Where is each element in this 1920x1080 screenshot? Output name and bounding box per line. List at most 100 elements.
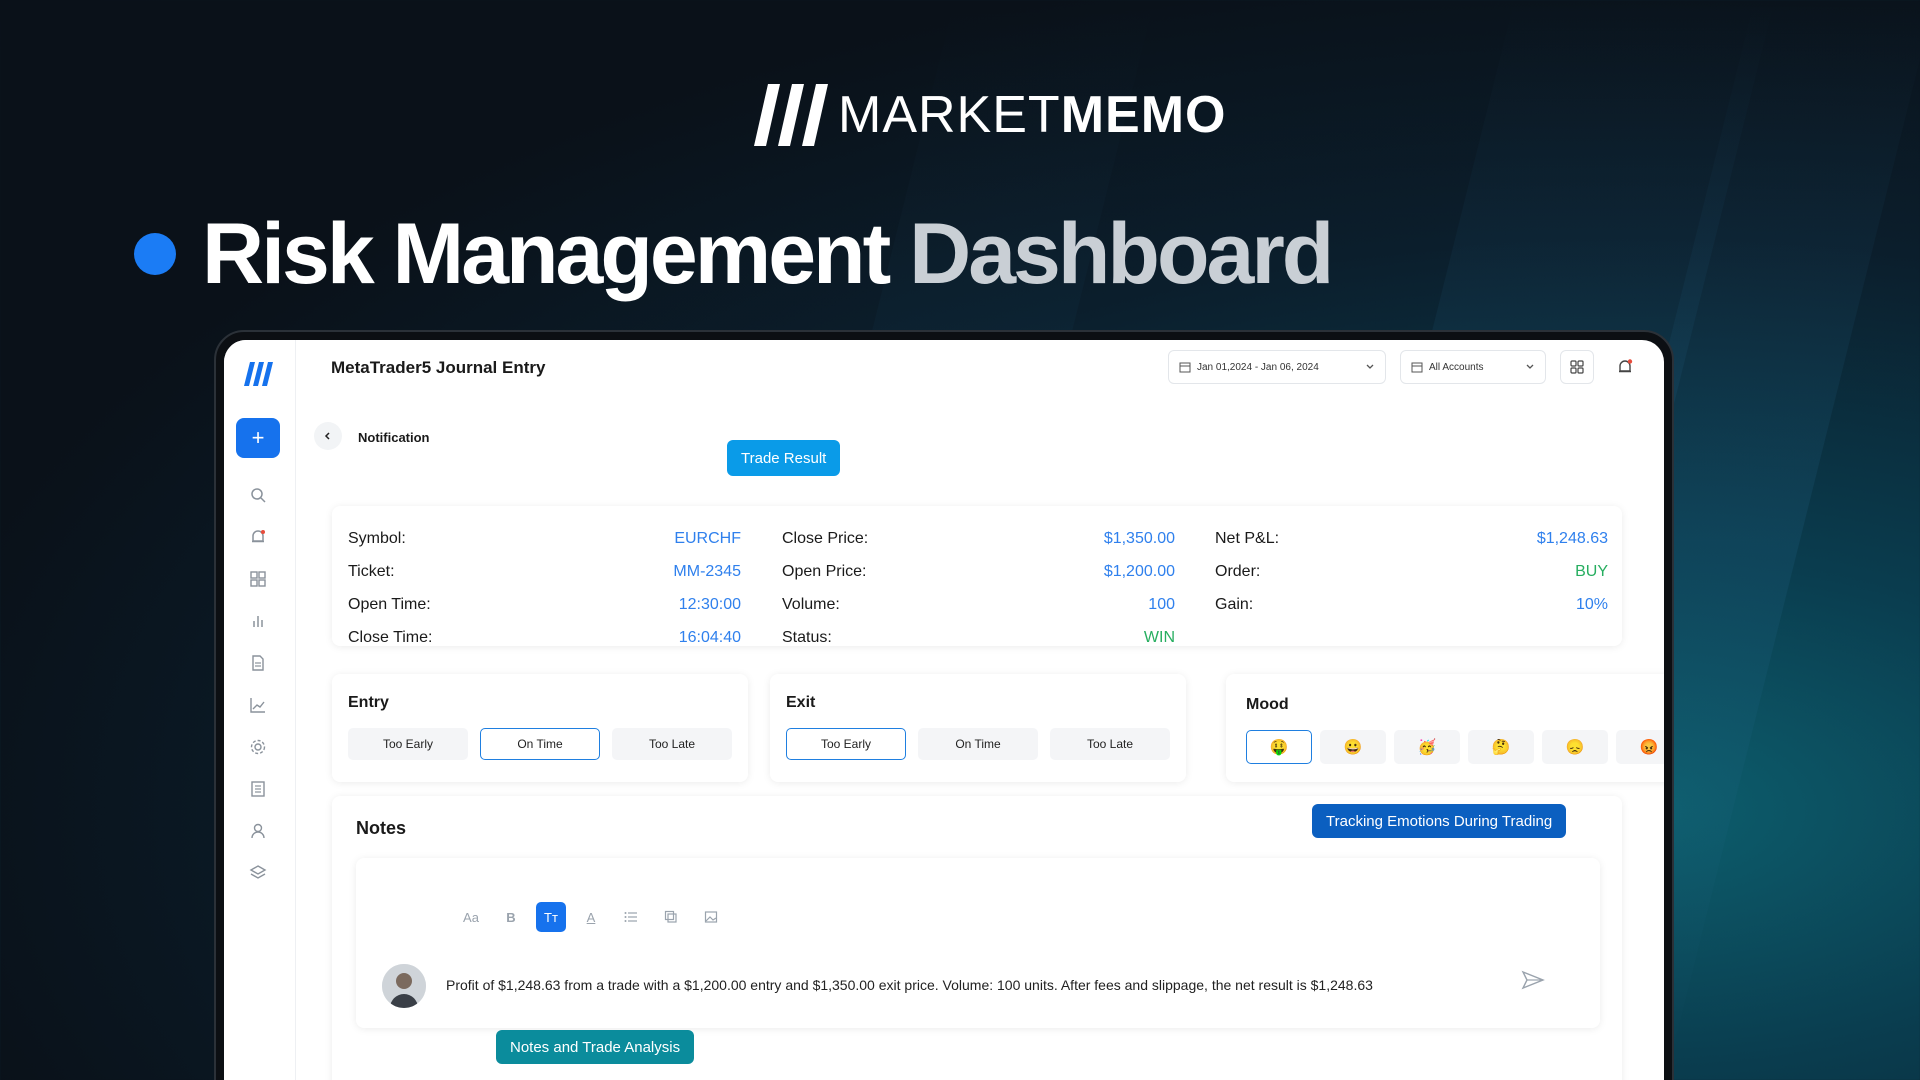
field-label: Open Price: [782,562,867,580]
copy-button[interactable] [656,902,686,932]
trade-row: Status: WIN [782,621,1175,654]
send-icon[interactable] [1521,968,1545,992]
field-value: $1,350.00 [1103,529,1175,547]
field-label: Order: [1215,562,1261,580]
sidebar: + [224,340,296,1080]
calendar-icon [1179,362,1191,373]
user-avatar-icon [382,964,426,1008]
exit-option-too-early[interactable]: Too Early [786,728,906,760]
mood-option[interactable]: 🥳 [1394,730,1460,764]
account-value: All Accounts [1429,361,1484,373]
mood-option[interactable]: 🤑 [1246,730,1312,764]
trade-row: Symbol: EURCHF [348,522,741,555]
trade-row: Ticket: MM-2345 [348,555,741,588]
notes-editor: Aa B Tт A Profit of $1,248.63 from a tra… [356,858,1600,1028]
trade-col-2: Close Price: $1,350.00 Open Price: $1,200.… [782,522,1175,654]
insert-image-button[interactable] [696,902,726,932]
date-range-value: Jan 01,2024 - Jan 06, 2024 [1197,361,1319,373]
layers-icon[interactable] [249,864,267,882]
field-label: Gain: [1215,595,1254,613]
breadcrumb: Notification [358,430,430,445]
mood-option[interactable]: 😀 [1320,730,1386,764]
mood-option[interactable]: 🤔 [1468,730,1534,764]
field-label: Close Time: [348,628,433,646]
status-value: WIN [1143,628,1175,646]
newspaper-icon[interactable] [249,780,267,798]
text-color-button[interactable]: A [576,902,606,932]
field-value: $1,248.63 [1536,529,1608,547]
note-body[interactable]: Profit of $1,248.63 from a trade with a … [446,977,1373,993]
bell-icon[interactable] [249,528,267,546]
field-value: 100 [1148,595,1175,613]
exit-option-on-time[interactable]: On Time [918,728,1038,760]
trade-col-3: Net P&L: $1,248.63 Order: BUY Gain: 10% [1215,522,1608,621]
trade-row: Open Price: $1,200.00 [782,555,1175,588]
account-select[interactable]: All Accounts [1400,350,1546,384]
order-value: BUY [1575,562,1608,580]
brand-name-light: MARKET [838,86,1061,144]
line-chart-icon[interactable] [249,696,267,714]
add-entry-button[interactable]: + [236,418,280,458]
field-label: Symbol: [348,529,406,547]
list-icon [624,912,637,922]
brand-name-bold: MEMO [1060,86,1227,144]
entry-option-too-late[interactable]: Too Late [612,728,732,760]
entry-card: Entry Too Early On Time Too Late [332,674,748,782]
grid-icon[interactable] [249,570,267,588]
entry-option-on-time[interactable]: On Time [480,728,600,760]
page-title: MetaTrader5 Journal Entry [331,358,546,377]
trade-col-1: Symbol: EURCHF Ticket: MM-2345 Open Time: 1… [348,522,741,654]
exit-option-too-late[interactable]: Too Late [1050,728,1170,760]
hero-title-fade: Dashboard [909,206,1334,302]
chevron-left-icon [324,432,330,440]
mood-option[interactable]: 😞 [1542,730,1608,764]
chevron-down-icon [1526,364,1534,369]
apps-button[interactable] [1560,350,1594,384]
trade-row: Order: BUY [1215,555,1608,588]
image-icon [704,911,718,923]
field-value: 16:04:40 [678,628,741,646]
exit-card: Exit Too Early On Time Too Late [770,674,1186,782]
copy-icon [664,910,677,923]
callout-notes-analysis: Notes and Trade Analysis [496,1030,695,1064]
notes-title: Notes [356,818,407,838]
field-label: Close Price: [782,529,869,547]
wallet-icon [1411,362,1423,373]
mood-title: Mood [1246,696,1289,713]
chevron-down-icon [1366,364,1374,369]
trade-row: Volume: 100 [782,588,1175,621]
gear-icon[interactable] [249,738,267,756]
trade-row: Net P&L: $1,248.63 [1215,522,1608,555]
entry-option-too-early[interactable]: Too Early [348,728,468,760]
date-range-select[interactable]: Jan 01,2024 - Jan 06, 2024 [1168,350,1386,384]
bold-button[interactable]: B [496,902,526,932]
callout-trade-result: Trade Result [727,440,841,476]
app-logo-icon [244,362,273,386]
trade-row: Close Price: $1,350.00 [782,522,1175,555]
hero-title-main: Risk Management [202,206,891,302]
mood-option[interactable]: 😡 [1616,730,1664,764]
text-style-button[interactable]: Tт [536,902,566,932]
field-label: Net P&L: [1215,529,1280,547]
field-value: 12:30:00 [678,595,741,613]
back-button[interactable] [314,422,342,450]
trade-result-card: Symbol: EURCHF Ticket: MM-2345 Open Time: 1… [332,506,1622,646]
exit-title: Exit [786,694,816,711]
user-icon[interactable] [249,822,267,840]
trade-row: Gain: 10% [1215,588,1608,621]
field-label: Status: [782,628,832,646]
font-size-button[interactable]: Aa [456,902,486,932]
field-value: $1,200.00 [1103,562,1175,580]
trade-row: Close Time: 16:04:40 [348,621,741,654]
hero-dot [134,233,176,275]
brand-name: MARKETMEMO [838,85,1226,145]
document-icon[interactable] [249,654,267,672]
brand-mark-icon [754,84,828,146]
field-value: 10% [1575,595,1608,613]
search-icon[interactable] [249,486,267,504]
list-button[interactable] [616,902,646,932]
app-screen: + MetaTrader5 Journal Entry Jan 01,2024 … [224,340,1664,1080]
bar-chart-icon[interactable] [249,612,267,630]
notifications-button[interactable] [1608,350,1642,384]
trade-row: Open Time: 12:30:00 [348,588,741,621]
